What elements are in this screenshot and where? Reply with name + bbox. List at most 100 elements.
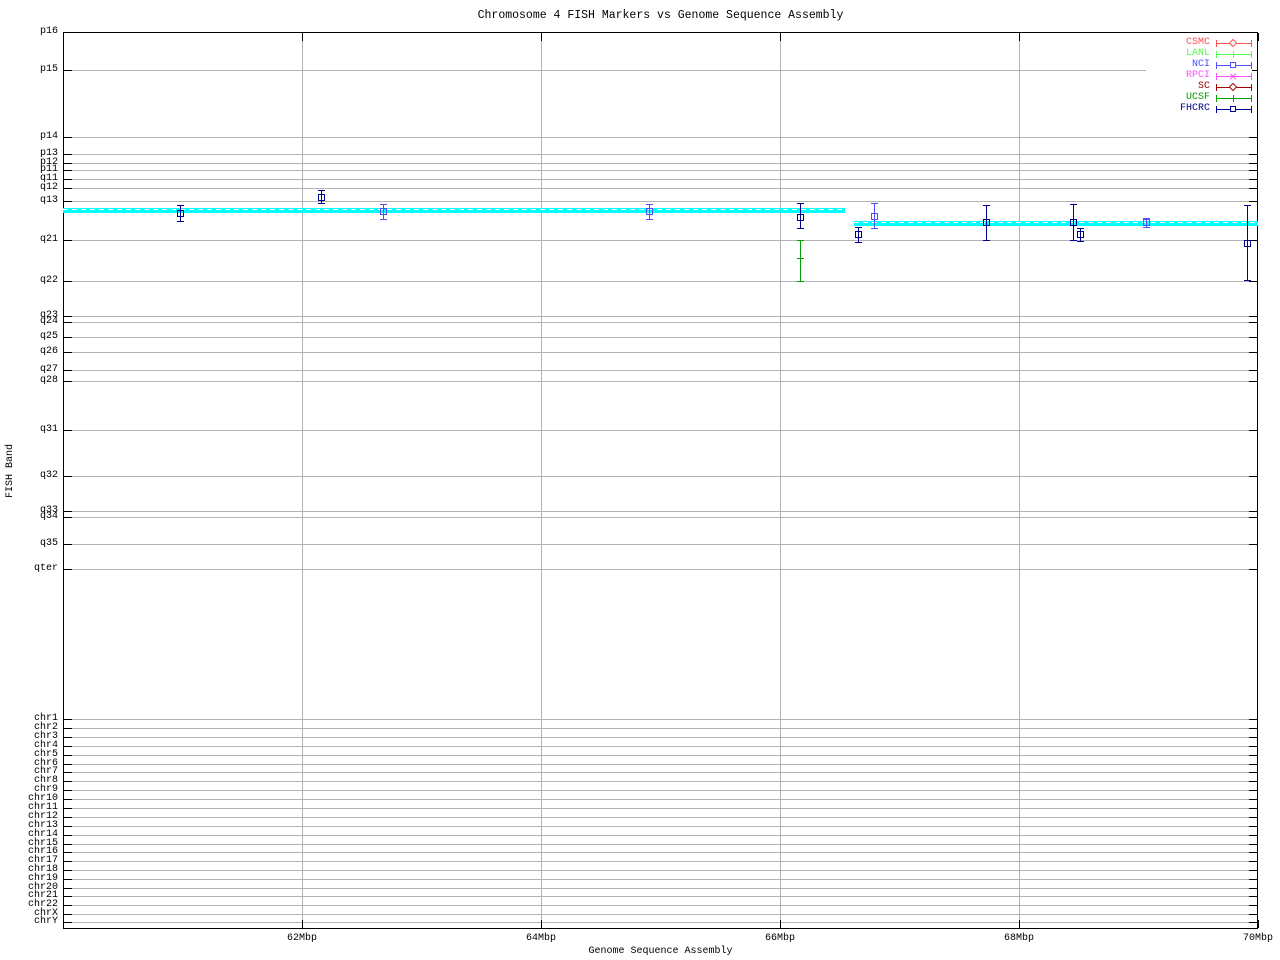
y-gridline — [64, 755, 1257, 756]
y-gridline — [64, 781, 1257, 782]
x-gridline — [1019, 33, 1020, 928]
y-gridline — [64, 381, 1257, 382]
y-tick-label: q25 — [39, 331, 58, 342]
y-axis-tick — [1249, 790, 1257, 791]
y-axis-tick — [1249, 163, 1257, 164]
y-gridline — [64, 430, 1257, 431]
y-gridline — [64, 852, 1257, 853]
y-axis-tick — [64, 870, 72, 871]
y-gridline — [64, 808, 1257, 809]
y-axis-tick — [64, 281, 72, 282]
legend-sample-cap — [1216, 51, 1217, 58]
y-axis-tick — [1249, 544, 1257, 545]
y-axis-tick — [1249, 870, 1257, 871]
y-axis-tick — [1249, 746, 1257, 747]
y-axis-tick — [64, 879, 72, 880]
legend-sample-cap — [1216, 40, 1217, 47]
y-gridline — [64, 728, 1257, 729]
y-axis-tick — [64, 337, 72, 338]
y-axis-tick — [1249, 370, 1257, 371]
y-axis-tick — [1249, 316, 1257, 317]
y-gridline — [64, 352, 1257, 353]
y-axis-tick — [1249, 852, 1257, 853]
y-gridline — [64, 179, 1257, 180]
y-gridline — [64, 281, 1257, 282]
error-bar-cap-FHCRC — [797, 203, 804, 204]
y-gridline — [64, 879, 1257, 880]
legend-label-CSMC: CSMC — [1185, 37, 1210, 48]
marker-square-FHCRC — [855, 231, 862, 238]
x-gridline — [780, 33, 781, 928]
marker-tick-UCSF — [797, 258, 804, 259]
error-bar-cap-NCI — [380, 219, 387, 220]
error-bar-cap-NCI — [1143, 227, 1150, 228]
y-gridline — [64, 799, 1257, 800]
y-axis-tick — [64, 746, 72, 747]
x-axis-tick — [541, 33, 542, 41]
legend-label-FHCRC: FHCRC — [1179, 103, 1210, 114]
y-gridline — [64, 817, 1257, 818]
y-gridline — [64, 137, 1257, 138]
error-bar-cap-FHCRC — [1070, 240, 1077, 241]
y-gridline — [64, 896, 1257, 897]
y-axis-tick — [64, 808, 72, 809]
y-axis-tick — [64, 381, 72, 382]
error-bar-cap-NCI — [380, 204, 387, 205]
y-axis-tick — [1249, 719, 1257, 720]
y-axis-tick — [64, 737, 72, 738]
y-axis-tick — [64, 179, 72, 180]
y-axis-tick — [1249, 188, 1257, 189]
y-axis-tick — [64, 852, 72, 853]
y-axis-tick — [64, 370, 72, 371]
error-bar-cap-FHCRC — [318, 190, 325, 191]
y-axis-tick — [64, 790, 72, 791]
assembly-highlight-segment — [854, 221, 1258, 226]
error-bar-cap-FHCRC — [177, 205, 184, 206]
y-tick-label: p15 — [39, 64, 58, 75]
y-tick-label: p14 — [39, 131, 58, 142]
x-axis-tick — [1019, 33, 1020, 41]
y-axis-tick — [1249, 914, 1257, 915]
error-bar-cap-FHCRC — [318, 203, 325, 204]
y-gridline — [64, 544, 1257, 545]
y-gridline — [64, 511, 1257, 512]
y-axis-tick — [64, 861, 72, 862]
x-tick-label: 68Mbp — [1003, 933, 1034, 944]
x-gridline — [302, 33, 303, 928]
chart-title: Chromosome 4 FISH Markers vs Genome Sequ… — [477, 9, 844, 22]
y-tick-label: q34 — [39, 511, 58, 522]
y-axis-tick — [64, 835, 72, 836]
y-gridline — [64, 861, 1257, 862]
y-axis-tick — [1249, 430, 1257, 431]
y-axis-tick — [1249, 569, 1257, 570]
y-axis-tick — [64, 322, 72, 323]
y-axis-tick — [64, 476, 72, 477]
y-tick-label: q13 — [39, 195, 58, 206]
y-gridline — [64, 569, 1257, 570]
y-gridline — [64, 170, 1257, 171]
y-gridline — [64, 719, 1257, 720]
y-axis-tick — [64, 772, 72, 773]
error-bar-cap-NCI — [646, 204, 653, 205]
legend-sample-cap — [1216, 106, 1217, 113]
y-axis-tick — [1249, 352, 1257, 353]
y-axis-tick — [1249, 764, 1257, 765]
x-axis-tick — [302, 33, 303, 41]
y-axis-tick — [64, 888, 72, 889]
legend-sample-cap — [1251, 95, 1252, 102]
x-axis-tick — [1019, 920, 1020, 928]
y-axis-tick — [64, 922, 72, 923]
y-axis-tick — [1249, 835, 1257, 836]
y-axis-tick — [1249, 281, 1257, 282]
y-axis-tick — [1249, 896, 1257, 897]
y-tick-label: q12 — [39, 182, 58, 193]
x-axis-tick — [780, 33, 781, 41]
marker-square-FHCRC — [177, 210, 184, 217]
y-axis-tick — [1249, 476, 1257, 477]
y-gridline — [64, 835, 1257, 836]
y-gridline — [64, 188, 1257, 189]
y-axis-tick — [64, 781, 72, 782]
y-axis-tick — [64, 352, 72, 353]
y-axis-tick — [1249, 826, 1257, 827]
y-gridline — [64, 905, 1257, 906]
